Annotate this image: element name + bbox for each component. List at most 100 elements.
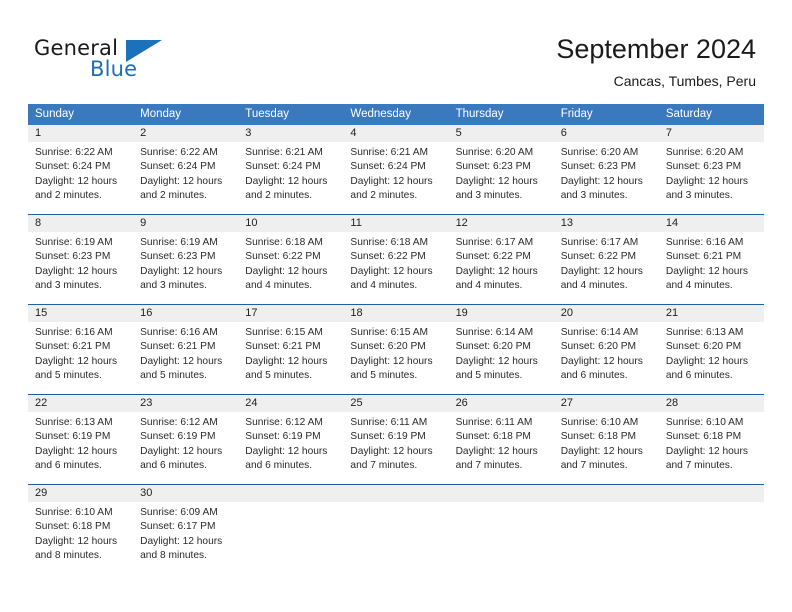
day-number-empty	[238, 485, 343, 502]
day-number[interactable]: 16	[133, 305, 238, 322]
day-cell[interactable]: Sunrise: 6:19 AM Sunset: 6:23 PM Dayligh…	[28, 232, 133, 304]
sunset-text: Sunset: 6:19 PM	[35, 431, 111, 443]
sunset-text: Sunset: 6:24 PM	[350, 161, 426, 173]
day-number[interactable]: 18	[343, 305, 448, 322]
week-date-band: 22 23 24 25 26 27 28	[28, 395, 764, 412]
sunset-text: Sunset: 6:18 PM	[455, 431, 531, 443]
day-cell[interactable]: Sunrise: 6:14 AM Sunset: 6:20 PM Dayligh…	[554, 322, 659, 394]
day-cell[interactable]: Sunrise: 6:12 AM Sunset: 6:19 PM Dayligh…	[133, 412, 238, 484]
day-cell[interactable]: Sunrise: 6:20 AM Sunset: 6:23 PM Dayligh…	[449, 142, 554, 214]
day-number[interactable]: 7	[659, 125, 764, 142]
daylight-text: Daylight: 12 hours and 2 minutes.	[245, 175, 328, 201]
day-number[interactable]: 22	[28, 395, 133, 412]
day-cell[interactable]: Sunrise: 6:21 AM Sunset: 6:24 PM Dayligh…	[343, 142, 448, 214]
sunset-text: Sunset: 6:19 PM	[245, 431, 321, 443]
day-number[interactable]: 1	[28, 125, 133, 142]
sunset-text: Sunset: 6:22 PM	[455, 251, 531, 263]
sunrise-text: Sunrise: 6:22 AM	[140, 147, 218, 158]
day-number[interactable]: 20	[554, 305, 659, 322]
day-cell[interactable]: Sunrise: 6:13 AM Sunset: 6:19 PM Dayligh…	[28, 412, 133, 484]
day-number[interactable]: 26	[449, 395, 554, 412]
day-number[interactable]: 4	[343, 125, 448, 142]
day-cell[interactable]: Sunrise: 6:17 AM Sunset: 6:22 PM Dayligh…	[449, 232, 554, 304]
day-cell[interactable]: Sunrise: 6:22 AM Sunset: 6:24 PM Dayligh…	[133, 142, 238, 214]
week-row: 1 2 3 4 5 6 7 Sunrise: 6:22 AM Sunset: 6…	[28, 125, 764, 214]
daylight-text: Daylight: 12 hours and 4 minutes.	[245, 265, 328, 291]
daylight-text: Daylight: 12 hours and 2 minutes.	[140, 175, 223, 201]
day-cell[interactable]: Sunrise: 6:11 AM Sunset: 6:18 PM Dayligh…	[449, 412, 554, 484]
day-cell-empty	[343, 502, 448, 574]
day-number[interactable]: 15	[28, 305, 133, 322]
sunrise-text: Sunrise: 6:22 AM	[35, 147, 113, 158]
day-cell[interactable]: Sunrise: 6:14 AM Sunset: 6:20 PM Dayligh…	[449, 322, 554, 394]
day-number[interactable]: 30	[133, 485, 238, 502]
sunrise-text: Sunrise: 6:13 AM	[665, 327, 744, 338]
day-cell[interactable]: Sunrise: 6:16 AM Sunset: 6:21 PM Dayligh…	[659, 232, 764, 304]
day-cell[interactable]: Sunrise: 6:10 AM Sunset: 6:18 PM Dayligh…	[659, 412, 764, 484]
day-number[interactable]: 5	[449, 125, 554, 142]
day-cell[interactable]: Sunrise: 6:10 AM Sunset: 6:18 PM Dayligh…	[28, 502, 133, 574]
sunrise-text: Sunrise: 6:20 AM	[455, 147, 534, 158]
day-cell[interactable]: Sunrise: 6:16 AM Sunset: 6:21 PM Dayligh…	[133, 322, 238, 394]
day-number[interactable]: 2	[133, 125, 238, 142]
day-cell[interactable]: Sunrise: 6:11 AM Sunset: 6:19 PM Dayligh…	[343, 412, 448, 484]
day-number[interactable]: 25	[343, 395, 448, 412]
day-number[interactable]: 27	[554, 395, 659, 412]
week-detail-band: Sunrise: 6:16 AM Sunset: 6:21 PM Dayligh…	[28, 322, 764, 394]
sunset-text: Sunset: 6:19 PM	[350, 431, 426, 443]
daylight-text: Daylight: 12 hours and 6 minutes.	[140, 445, 223, 471]
day-number[interactable]: 23	[133, 395, 238, 412]
day-number[interactable]: 13	[554, 215, 659, 232]
day-number[interactable]: 12	[449, 215, 554, 232]
sunrise-text: Sunrise: 6:12 AM	[140, 417, 218, 428]
sunrise-text: Sunrise: 6:11 AM	[350, 417, 428, 428]
sunset-text: Sunset: 6:23 PM	[35, 251, 111, 263]
day-number[interactable]: 14	[659, 215, 764, 232]
day-cell[interactable]: Sunrise: 6:22 AM Sunset: 6:24 PM Dayligh…	[28, 142, 133, 214]
sunset-text: Sunset: 6:23 PM	[140, 251, 216, 263]
day-number[interactable]: 24	[238, 395, 343, 412]
day-cell[interactable]: Sunrise: 6:09 AM Sunset: 6:17 PM Dayligh…	[133, 502, 238, 574]
day-cell[interactable]: Sunrise: 6:13 AM Sunset: 6:20 PM Dayligh…	[659, 322, 764, 394]
day-number[interactable]: 9	[133, 215, 238, 232]
day-number[interactable]: 3	[238, 125, 343, 142]
day-cell[interactable]: Sunrise: 6:15 AM Sunset: 6:21 PM Dayligh…	[238, 322, 343, 394]
daylight-text: Daylight: 12 hours and 8 minutes.	[140, 535, 223, 561]
day-number[interactable]: 10	[238, 215, 343, 232]
day-number[interactable]: 29	[28, 485, 133, 502]
sunrise-text: Sunrise: 6:14 AM	[560, 327, 639, 338]
sunrise-text: Sunrise: 6:19 AM	[140, 237, 218, 248]
day-cell[interactable]: Sunrise: 6:17 AM Sunset: 6:22 PM Dayligh…	[554, 232, 659, 304]
daylight-text: Daylight: 12 hours and 3 minutes.	[455, 175, 538, 201]
day-number[interactable]: 28	[659, 395, 764, 412]
day-cell[interactable]: Sunrise: 6:10 AM Sunset: 6:18 PM Dayligh…	[554, 412, 659, 484]
weekday-header-friday: Friday	[560, 108, 593, 120]
sunrise-text: Sunrise: 6:16 AM	[35, 327, 113, 338]
title-block: September 2024 Cancas, Tumbes, Peru	[556, 32, 756, 90]
daylight-text: Daylight: 12 hours and 5 minutes.	[350, 355, 433, 381]
sunrise-text: Sunrise: 6:11 AM	[455, 417, 533, 428]
day-number[interactable]: 19	[449, 305, 554, 322]
day-cell[interactable]: Sunrise: 6:18 AM Sunset: 6:22 PM Dayligh…	[343, 232, 448, 304]
sunset-text: Sunset: 6:22 PM	[560, 251, 637, 263]
sunrise-text: Sunrise: 6:10 AM	[560, 417, 639, 428]
day-cell[interactable]: Sunrise: 6:19 AM Sunset: 6:23 PM Dayligh…	[133, 232, 238, 304]
brand-logo[interactable]: General Blue	[34, 36, 204, 88]
day-cell[interactable]: Sunrise: 6:16 AM Sunset: 6:21 PM Dayligh…	[28, 322, 133, 394]
day-cell[interactable]: Sunrise: 6:18 AM Sunset: 6:22 PM Dayligh…	[238, 232, 343, 304]
day-cell[interactable]: Sunrise: 6:20 AM Sunset: 6:23 PM Dayligh…	[659, 142, 764, 214]
day-cell[interactable]: Sunrise: 6:20 AM Sunset: 6:23 PM Dayligh…	[554, 142, 659, 214]
day-number[interactable]: 17	[238, 305, 343, 322]
day-number[interactable]: 11	[343, 215, 448, 232]
week-date-band: 15 16 17 18 19 20 21	[28, 305, 764, 322]
day-number[interactable]: 6	[554, 125, 659, 142]
daylight-text: Daylight: 12 hours and 5 minutes.	[35, 355, 118, 381]
day-cell[interactable]: Sunrise: 6:21 AM Sunset: 6:24 PM Dayligh…	[238, 142, 343, 214]
sunrise-text: Sunrise: 6:19 AM	[35, 237, 113, 248]
day-number[interactable]: 21	[659, 305, 764, 322]
daylight-text: Daylight: 12 hours and 5 minutes.	[140, 355, 223, 381]
day-number[interactable]: 8	[28, 215, 133, 232]
day-cell[interactable]: Sunrise: 6:12 AM Sunset: 6:19 PM Dayligh…	[238, 412, 343, 484]
sunrise-text: Sunrise: 6:18 AM	[350, 237, 429, 248]
day-cell[interactable]: Sunrise: 6:15 AM Sunset: 6:20 PM Dayligh…	[343, 322, 448, 394]
